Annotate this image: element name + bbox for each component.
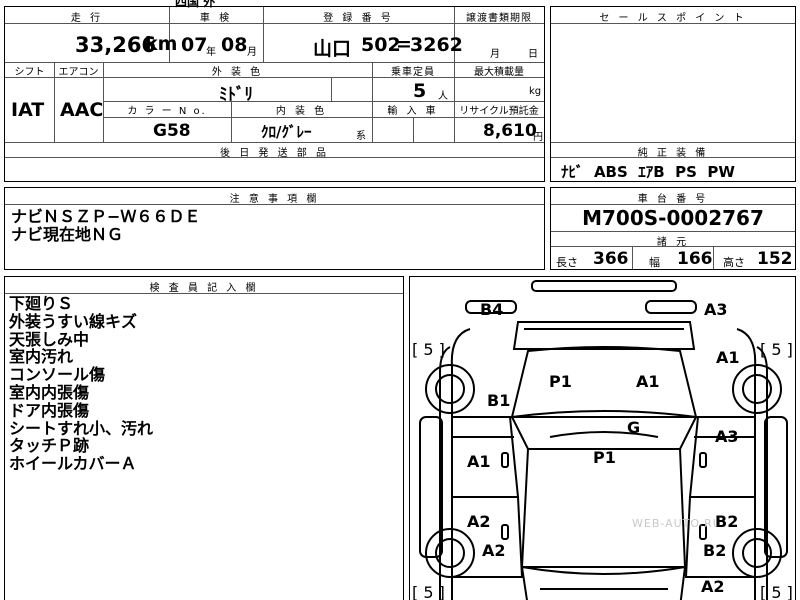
color-no-label: カ ラ ー N o. [127, 106, 207, 117]
label-door-right: A3 [715, 427, 739, 446]
label-front-right: A3 [704, 300, 728, 319]
label-door-left-front: A1 [467, 452, 491, 471]
inspector-line: 下廻りＳ [9, 294, 74, 313]
car-damage-diagram: WEB-AUTO.RU B4 A3 [ 5 ] [ 5 ] A1 P1 A1 B… [409, 276, 796, 600]
equipment-value: ﾅﾋﾞ ABS ｴｱB PS PW [561, 163, 735, 181]
inspection-year-unit: 年 [206, 47, 216, 58]
inspection-month-unit: 月 [247, 47, 257, 58]
registration-number-2: 3262 [410, 34, 463, 56]
vehicle-spec-block: 四国 外 走 行 車 検 登 録 番 号 譲渡書類期限 33,266 km 07… [4, 0, 545, 182]
label-tire-front-right: [ 5 ] [760, 340, 793, 359]
width-value: 166 [677, 249, 713, 269]
interior-suffix: 系 [356, 131, 366, 142]
label-hood-left: P1 [549, 372, 572, 391]
label-front-left: B4 [480, 300, 504, 319]
label-fender-left: B1 [487, 391, 511, 410]
aircon-label: エアコン [58, 67, 99, 78]
label-roof: G [627, 418, 641, 437]
inspector-line: コンソール傷 [9, 365, 106, 385]
width-label: 幅 [649, 256, 660, 269]
shift-label: シフト [14, 67, 45, 78]
label-quarter-right: B2 [703, 541, 727, 560]
capacity-label: 乗車定員 [391, 67, 435, 78]
chassis-block: 車 台 番 号 M700S-0002767 諸 元 長さ 366 幅 166 高… [550, 187, 796, 270]
inspector-line: 外装うすい線キズ [9, 311, 138, 331]
inspector-line: タッチＰ跡 [9, 436, 90, 456]
import-label: 輸 入 車 [387, 106, 439, 117]
mileage-value: 33,266 [75, 33, 157, 57]
label-hood-right: A1 [636, 372, 660, 391]
interior-color-value: ｸﾛ/ｸﾞﾚｰ [261, 123, 312, 141]
shift-value: IAT [11, 99, 45, 121]
length-label: 長さ [556, 256, 578, 269]
capacity-value: 5 [413, 80, 427, 102]
watermark: WEB-AUTO.RU [632, 517, 722, 530]
color-no-value: G58 [153, 121, 191, 141]
interior-color-label: 内 装 色 [275, 106, 328, 117]
transfer-month-unit: 月 [490, 49, 500, 60]
label-tire-rear-left: [ 5 ] [412, 583, 445, 600]
height-label: 高さ [723, 256, 745, 269]
registration-area: 山口 [313, 38, 352, 60]
inspection-month: 08 [221, 34, 248, 56]
inspector-line: 室内汚れ [9, 347, 74, 367]
transfer-deadline-label: 譲渡書類期限 [466, 13, 532, 24]
sales-point-label: セ ー ル ス ポ イ ン ト [599, 13, 747, 24]
label-door-right-rear: B2 [715, 512, 739, 531]
inspector-line: ドア内張傷 [9, 400, 90, 420]
inspection-year: 07 [181, 34, 208, 56]
mileage-unit: km [145, 33, 178, 55]
caution-line: ナビＮＳＺＰ−Ｗ６６ＤＥ [11, 207, 201, 226]
recycle-unit: 円 [533, 132, 543, 143]
transfer-day-unit: 日 [528, 49, 538, 60]
registration-label: 登 録 番 号 [323, 13, 394, 24]
sales-point-block: セ ー ル ス ポ イ ン ト 純 正 装 備 ﾅﾋﾞ ABS ｴｱB PS P… [550, 6, 796, 182]
inspection-label: 車 検 [199, 13, 233, 24]
max-load-unit: kg [529, 86, 542, 97]
label-tire-rear-right: [ 5 ] [760, 583, 793, 600]
label-quarter-left: A2 [482, 541, 506, 560]
caution-line: ナビ現在地ＮＧ [11, 224, 124, 244]
exterior-color-label: 外 装 色 [211, 67, 264, 78]
inspector-line: 室内内張傷 [9, 382, 90, 402]
inspector-line: 天張しみ中 [9, 329, 90, 349]
length-value: 366 [593, 249, 629, 269]
spec-label: 諸 元 [656, 237, 690, 248]
inspector-block: 検 査 員 記 入 欄 下廻りＳ 外装うすい線キズ 天張しみ中 室内汚れ コンソ… [4, 276, 404, 600]
label-door-left-rear: A2 [467, 512, 491, 531]
caution-block: 注 意 事 項 欄 ナビＮＳＺＰ−Ｗ６６ＤＥ ナビ現在地ＮＧ [4, 187, 545, 270]
label-fender-right: A1 [716, 348, 740, 367]
inspector-line: シートすれ小、汚れ [9, 418, 154, 438]
aircon-value: AAC [60, 99, 104, 121]
label-rear-right: A2 [701, 577, 725, 596]
equipment-label: 純 正 装 備 [637, 148, 709, 159]
label-tire-front-left: [ 5 ] [412, 340, 445, 359]
max-load-label: 最大積載量 [474, 67, 524, 78]
capacity-unit: 人 [438, 91, 448, 102]
chassis-value: M700S-0002767 [582, 206, 764, 230]
caution-label: 注 意 事 項 欄 [229, 194, 320, 205]
recycle-label: リサイクル預託金 [459, 106, 539, 117]
inspector-label: 検 査 員 記 入 欄 [149, 283, 259, 294]
inspector-line: ホイールカバーＡ [9, 454, 137, 474]
mileage-label: 走 行 [70, 13, 104, 24]
label-cabin: P1 [593, 448, 616, 467]
later-parts-label: 後 日 発 送 部 品 [220, 148, 329, 159]
height-value: 152 [757, 249, 793, 269]
chassis-label: 車 台 番 号 [637, 194, 709, 205]
recycle-value: 8,610 [483, 121, 537, 141]
registration-number: 502 [361, 34, 401, 56]
